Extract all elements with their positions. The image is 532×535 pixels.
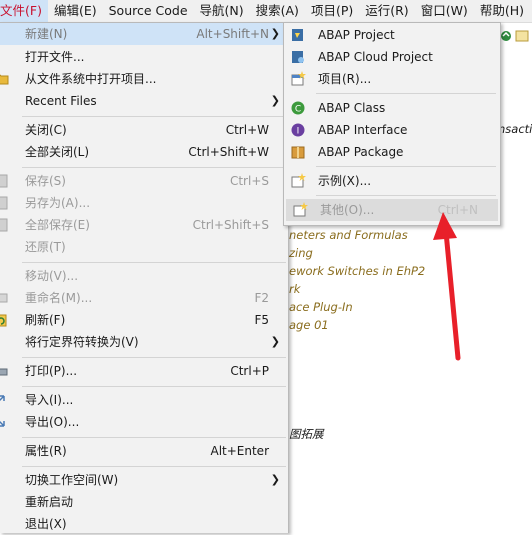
annotation-arrow [433,212,461,361]
